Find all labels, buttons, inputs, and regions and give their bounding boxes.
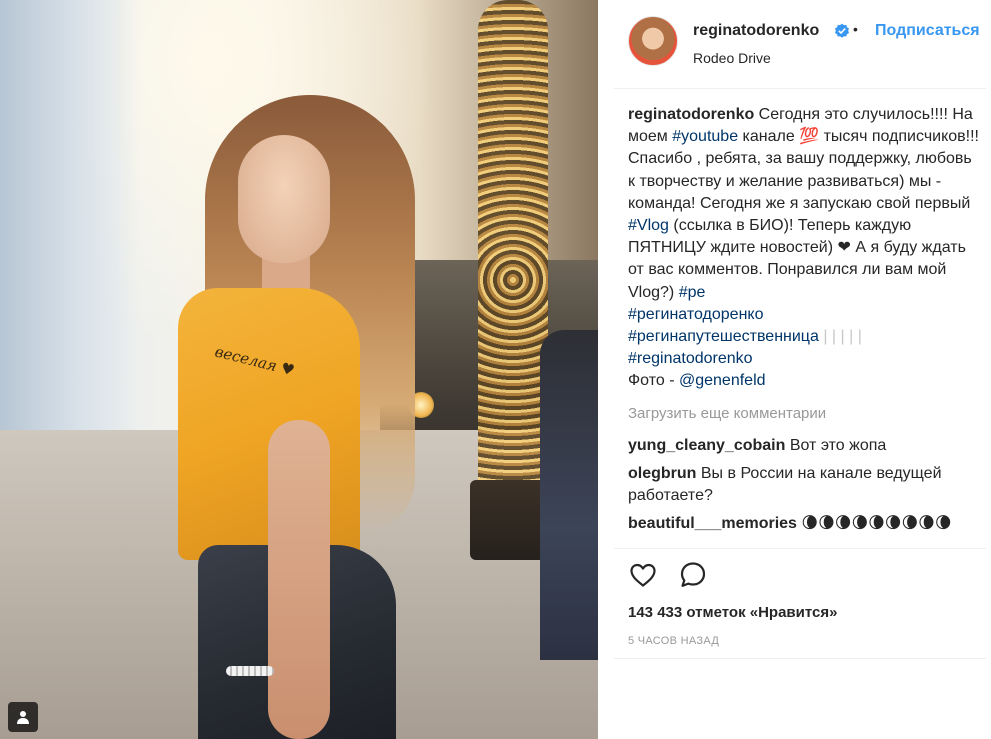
photo-arm — [268, 420, 330, 739]
post-caption: reginatodorenko Сегодня это случилось!!!… — [628, 104, 980, 393]
verified-badge-icon — [835, 23, 849, 38]
comment-text: Вот это жопа — [785, 436, 887, 454]
comments-divider — [614, 548, 986, 549]
follow-button[interactable]: Подписаться — [875, 22, 980, 40]
photo-credit-label: Фото - — [628, 372, 679, 390]
header-username[interactable]: reginatodorenko — [693, 22, 819, 40]
caption-username[interactable]: reginatodorenko — [628, 106, 754, 123]
hashtag-reginaputeshestvennitsa[interactable]: #регинапутешественница — [628, 328, 819, 345]
hashtag-youtube[interactable]: #youtube — [672, 128, 738, 145]
heart-icon[interactable] — [628, 560, 658, 590]
avatar[interactable] — [628, 16, 678, 66]
caption-bars: | | | | | — [818, 328, 862, 346]
hashtag-reginatodorenko[interactable]: #reginatodorenko — [628, 350, 753, 367]
comment-item: beautiful___memories 🌘🌘🌘🌘🌘🌘🌘🌘🌘 — [628, 513, 980, 535]
hashtag-vlog[interactable]: #Vlog — [628, 217, 669, 234]
photo-credit-link[interactable]: @genenfeld — [679, 372, 766, 389]
post-header: reginatodorenko • Подписаться Rodeo Driv… — [598, 0, 991, 88]
load-more-comments-button[interactable]: Загрузить еще комментарии — [628, 403, 980, 425]
comment-username[interactable]: beautiful___memories — [628, 515, 797, 532]
header-separator: • — [853, 21, 858, 37]
photo-bracelet — [226, 666, 274, 676]
comment-item: olegbrun Вы в России на канале ведущей р… — [628, 463, 980, 507]
comment-username[interactable]: yung_cleany_cobain — [628, 437, 785, 454]
photo-background-building — [0, 0, 140, 470]
location-link[interactable]: Rodeo Drive — [693, 50, 771, 66]
comment-bubble-icon[interactable] — [678, 560, 708, 590]
post-actions — [628, 560, 968, 594]
hashtag-pe[interactable]: #ре — [679, 284, 706, 301]
post-photo[interactable]: веселая ♥ — [0, 0, 598, 739]
footer-divider — [614, 658, 986, 659]
photo-passerby — [540, 330, 598, 660]
person-tag-button[interactable] — [8, 702, 38, 732]
post-side-panel: reginatodorenko • Подписаться Rodeo Driv… — [598, 0, 991, 739]
photo-face — [238, 135, 330, 263]
hashtag-reginatodorenko-ru[interactable]: #регинатодоренко — [628, 306, 764, 323]
likes-count[interactable]: 143 433 отметок «Нравится» — [628, 604, 837, 621]
photo-palm-lights — [478, 0, 548, 560]
comment-username[interactable]: olegbrun — [628, 465, 696, 482]
post-timestamp[interactable]: 5 ЧАСОВ НАЗАД — [628, 635, 719, 647]
comments-section[interactable]: reginatodorenko Сегодня это случилось!!!… — [628, 104, 980, 549]
comment-text: 🌘🌘🌘🌘🌘🌘🌘🌘🌘 — [796, 515, 952, 533]
person-tag-icon — [17, 711, 29, 724]
header-divider — [614, 88, 986, 89]
comment-item: yung_cleany_cobain Вот это жопа — [628, 435, 980, 457]
